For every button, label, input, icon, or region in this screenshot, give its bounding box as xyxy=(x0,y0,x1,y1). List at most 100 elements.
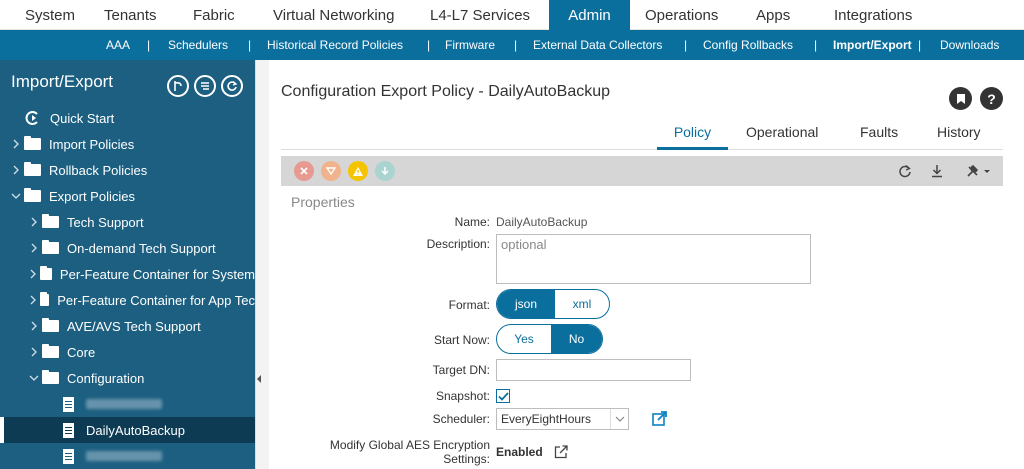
toolbar xyxy=(281,156,1003,186)
tree-item-on-demand-tech-support[interactable]: On-demand Tech Support xyxy=(0,235,255,261)
chevron-right-icon[interactable] xyxy=(29,321,39,331)
format-label: Format: xyxy=(448,298,490,312)
topnav-operations[interactable]: Operations xyxy=(645,0,718,30)
chevron-right-icon[interactable] xyxy=(29,269,37,279)
folder-icon xyxy=(42,240,59,254)
tree-item-per-feature-app[interactable]: Per-Feature Container for App Tec xyxy=(0,287,255,313)
topnav-tenants[interactable]: Tenants xyxy=(104,0,157,30)
bookmark-icon xyxy=(956,93,965,104)
tree-item-configuration[interactable]: Configuration xyxy=(0,365,255,391)
collapse-arrow-icon[interactable] xyxy=(256,374,262,384)
chevron-right-icon[interactable] xyxy=(29,217,39,227)
subnav-import-export[interactable]: Import/Export xyxy=(833,30,912,60)
folder-icon xyxy=(24,162,41,176)
refresh-icon[interactable] xyxy=(221,75,243,97)
subnav-schedulers[interactable]: Schedulers xyxy=(168,30,228,60)
top-nav: System Tenants Fabric Virtual Networking… xyxy=(0,0,1024,30)
subnav-separator: | xyxy=(684,38,688,52)
topnav-l4-l7-services[interactable]: L4-L7 Services xyxy=(430,0,530,30)
chevron-right-icon[interactable] xyxy=(11,139,21,149)
chevron-down-icon[interactable] xyxy=(610,409,628,429)
chevron-right-icon[interactable] xyxy=(29,243,39,253)
name-label: Name: xyxy=(454,215,490,229)
tab-operational[interactable]: Operational xyxy=(746,124,818,150)
bookmark-button[interactable] xyxy=(949,87,972,110)
tree-item-redacted[interactable] xyxy=(0,443,255,469)
minor-fault-icon[interactable] xyxy=(348,161,368,181)
chevron-right-icon[interactable] xyxy=(29,295,37,305)
tools-icon xyxy=(967,165,990,177)
topnav-integrations[interactable]: Integrations xyxy=(834,0,912,30)
tree-item-label: Per-Feature Container for System xyxy=(59,266,255,282)
tree-item-per-feature-system[interactable]: Per-Feature Container for System xyxy=(0,261,255,287)
folder-icon xyxy=(40,266,52,280)
tree-item-quick-start[interactable]: Quick Start xyxy=(0,105,255,131)
import-action-icon[interactable] xyxy=(167,75,189,97)
aes-settings-button[interactable] xyxy=(554,445,568,459)
tree-item-export-policies[interactable]: Export Policies xyxy=(0,183,255,209)
subnav-separator: | xyxy=(248,38,252,52)
scheduler-select[interactable]: EveryEightHours xyxy=(496,408,629,430)
subnav-aaa[interactable]: AAA xyxy=(106,30,130,60)
tree-item-label: Import Policies xyxy=(49,136,135,152)
start-now-option-yes[interactable]: Yes xyxy=(497,325,551,353)
subnav-firmware[interactable]: Firmware xyxy=(445,30,495,60)
chevron-right-icon[interactable] xyxy=(11,165,21,175)
tree-item-label: DailyAutoBackup xyxy=(86,422,185,438)
sub-nav: AAA | Schedulers | Historical Record Pol… xyxy=(0,30,1024,60)
tree-item-redacted[interactable] xyxy=(0,391,255,417)
tools-menu-button[interactable] xyxy=(965,161,993,181)
subnav-separator: | xyxy=(814,38,818,52)
download-icon xyxy=(932,165,942,178)
pane-divider[interactable] xyxy=(255,60,269,469)
scheduler-value: EveryEightHours xyxy=(501,412,592,426)
page-title: Configuration Export Policy - DailyAutoB… xyxy=(281,83,611,100)
tree-item-rollback-policies[interactable]: Rollback Policies xyxy=(0,157,255,183)
subnav-config-rollbacks[interactable]: Config Rollbacks xyxy=(703,30,793,60)
topnav-admin[interactable]: Admin xyxy=(549,0,630,30)
start-now-option-no[interactable]: No xyxy=(551,325,602,353)
topnav-system[interactable]: System xyxy=(25,0,75,30)
format-option-json[interactable]: json xyxy=(497,290,555,318)
description-field[interactable]: optional xyxy=(496,234,811,284)
subnav-separator: | xyxy=(427,38,431,52)
topnav-apps[interactable]: Apps xyxy=(756,0,790,30)
tree-item-import-policies[interactable]: Import Policies xyxy=(0,131,255,157)
tree-item-label: Configuration xyxy=(67,370,145,386)
start-now-label: Start Now: xyxy=(433,333,490,347)
subnav-historical-record-policies[interactable]: Historical Record Policies xyxy=(267,30,403,60)
chevron-down-icon[interactable] xyxy=(11,191,21,201)
open-scheduler-button[interactable] xyxy=(652,410,668,426)
tab-policy[interactable]: Policy xyxy=(657,124,728,150)
tree-item-core[interactable]: Core xyxy=(0,339,255,365)
format-option-xml[interactable]: xml xyxy=(555,290,609,318)
folder-icon xyxy=(42,370,59,384)
refresh-button[interactable] xyxy=(895,161,915,181)
topnav-fabric[interactable]: Fabric xyxy=(193,0,235,30)
folder-icon xyxy=(40,292,50,306)
download-button[interactable] xyxy=(927,161,947,181)
warning-fault-icon[interactable] xyxy=(375,161,395,181)
tree-item-daily-auto-backup[interactable]: DailyAutoBackup xyxy=(0,417,255,443)
help-button[interactable]: ? xyxy=(980,87,1003,110)
sidebar-title: Import/Export xyxy=(11,72,114,91)
refresh-icon xyxy=(899,165,911,178)
tree-item-ave-avs-tech-support[interactable]: AVE/AVS Tech Support xyxy=(0,313,255,339)
tree-item-label: AVE/AVS Tech Support xyxy=(67,318,201,334)
list-action-icon[interactable] xyxy=(194,75,216,97)
tab-faults[interactable]: Faults xyxy=(860,124,898,150)
subnav-external-data-collectors[interactable]: External Data Collectors xyxy=(533,30,662,60)
subnav-separator: | xyxy=(918,38,922,52)
tree-item-tech-support[interactable]: Tech Support xyxy=(0,209,255,235)
target-dn-input[interactable] xyxy=(496,359,691,381)
chevron-down-icon[interactable] xyxy=(29,373,39,383)
major-fault-icon[interactable] xyxy=(321,161,341,181)
redacted-label xyxy=(86,399,162,409)
tab-history[interactable]: History xyxy=(937,124,981,150)
subnav-downloads[interactable]: Downloads xyxy=(940,30,999,60)
critical-fault-icon[interactable] xyxy=(294,161,314,181)
topnav-virtual-networking[interactable]: Virtual Networking xyxy=(273,0,394,30)
snapshot-checkbox[interactable] xyxy=(496,389,510,403)
tree-item-label: Rollback Policies xyxy=(49,162,148,178)
chevron-right-icon[interactable] xyxy=(29,347,39,357)
